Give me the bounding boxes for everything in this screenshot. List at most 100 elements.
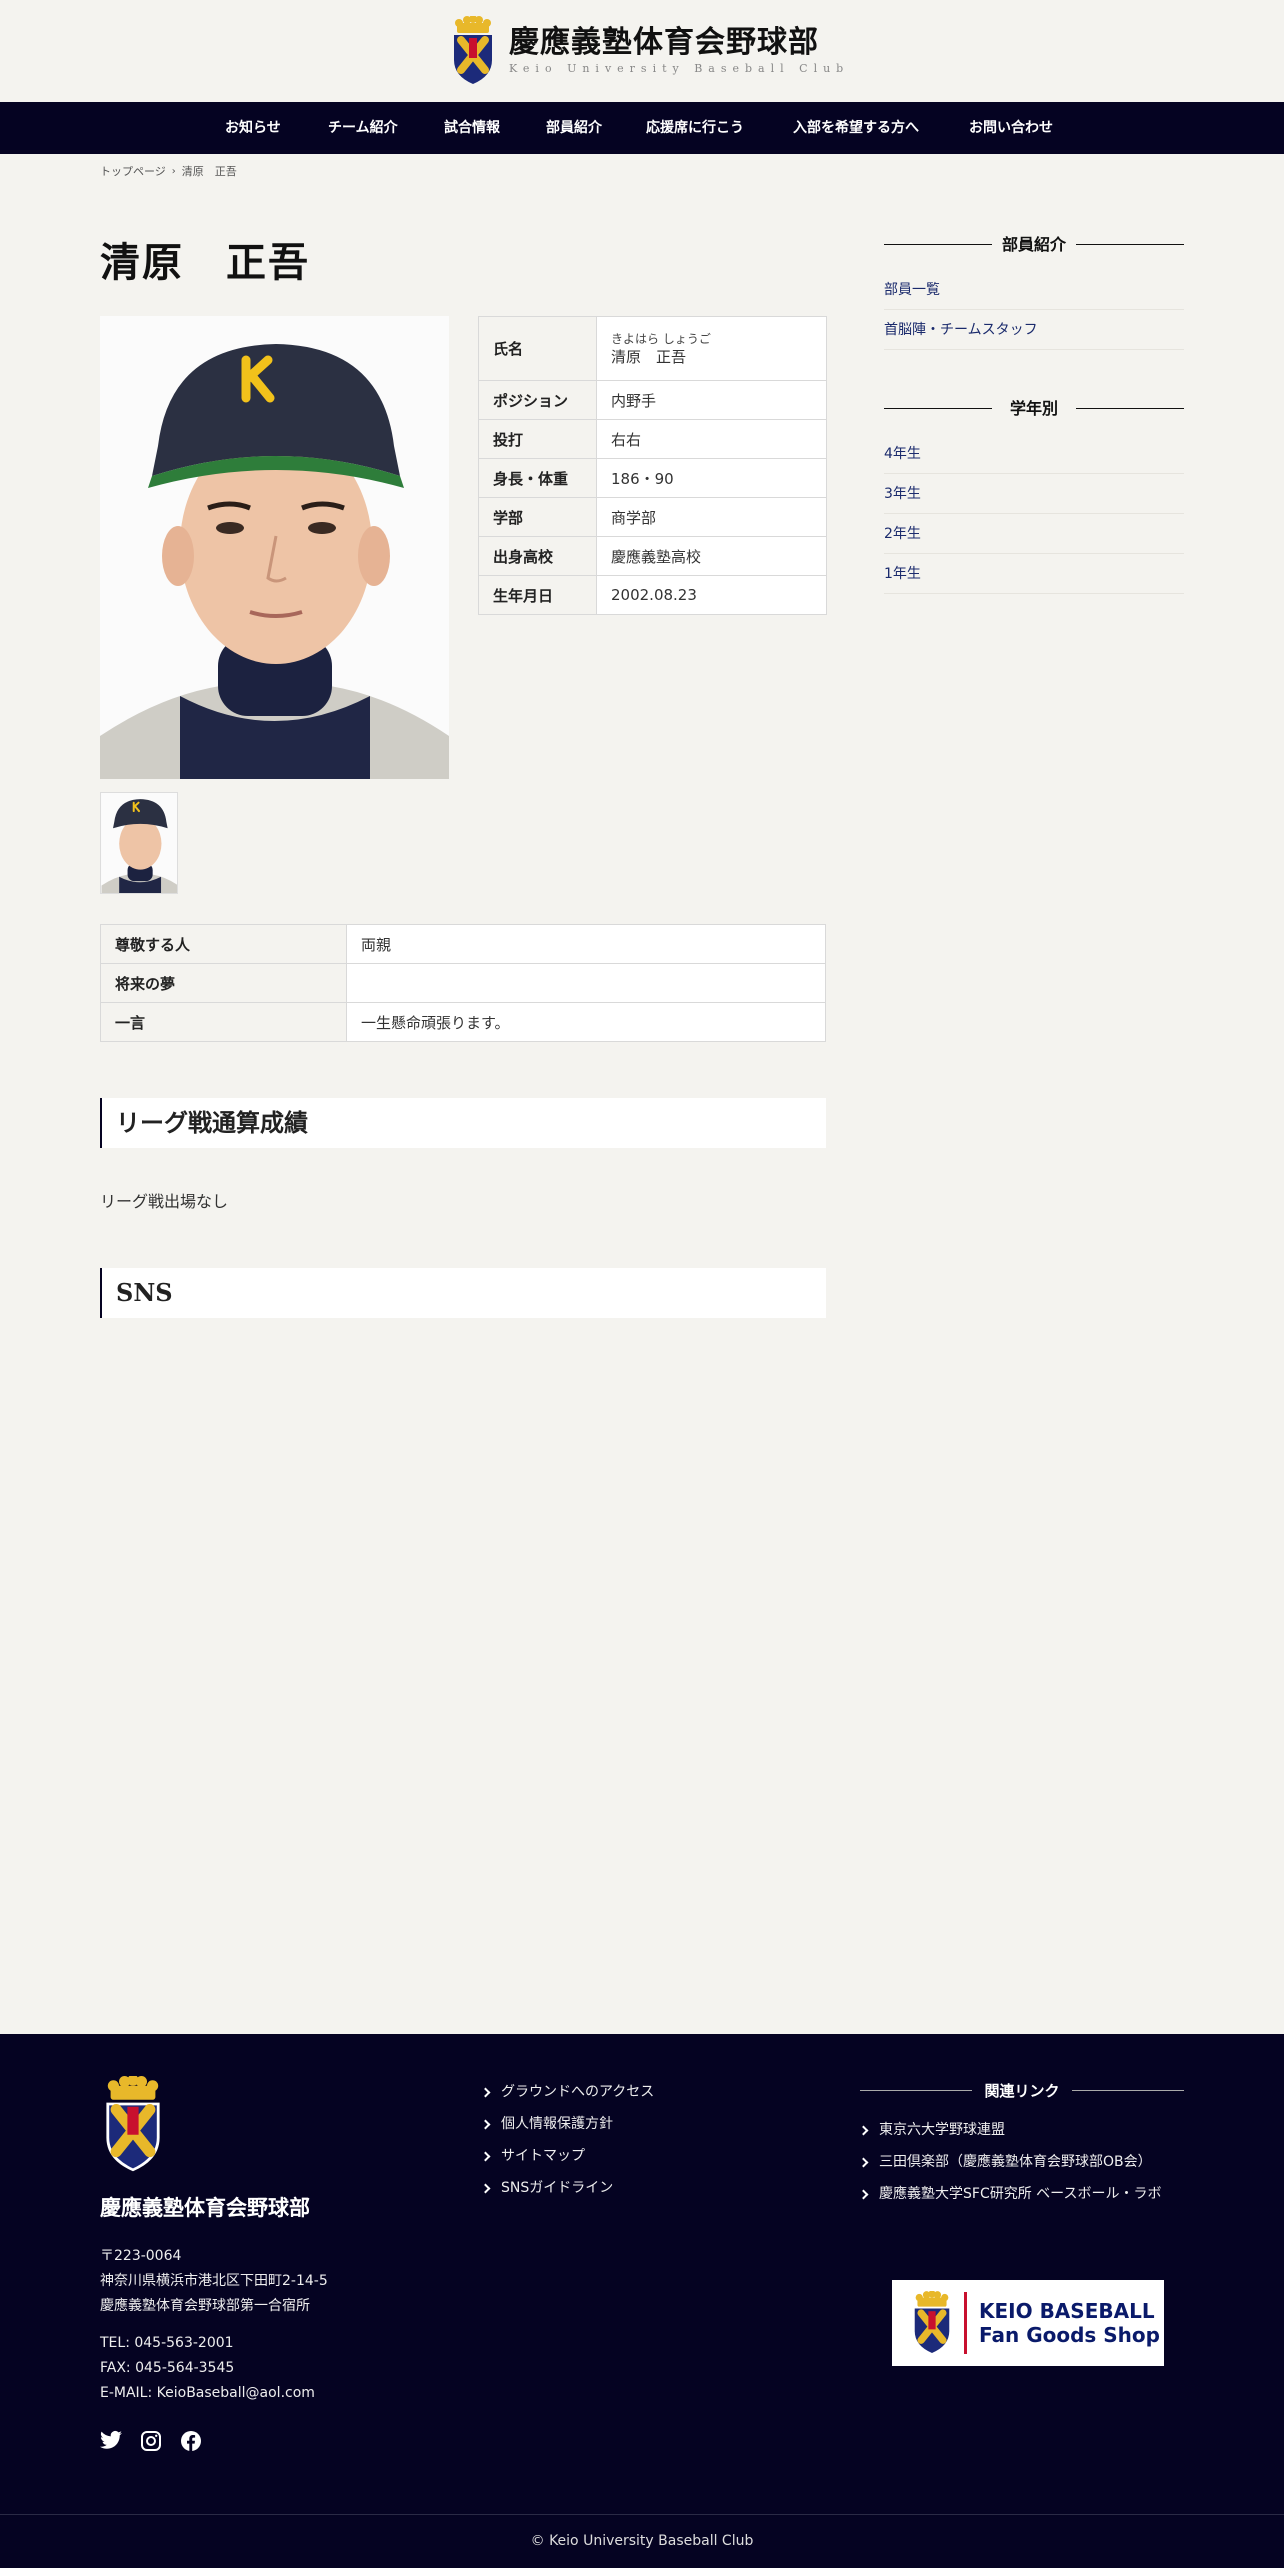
extra-value — [346, 963, 826, 1003]
site-logo[interactable]: 慶應義塾体育会野球部 Keio University Baseball Club — [451, 16, 849, 86]
extra-value: 両親 — [346, 924, 826, 964]
twitter-icon[interactable] — [100, 2430, 122, 2450]
nav-item-cheer[interactable]: 応援席に行こう — [646, 102, 744, 154]
table-row: 身長・体重 186・90 — [478, 458, 827, 498]
nav-item-news[interactable]: お知らせ — [225, 102, 281, 154]
footer-club-name: 慶應義塾体育会野球部 — [100, 2195, 310, 2220]
profile-value: 慶應義塾高校 — [596, 536, 827, 576]
table-row: 生年月日 2002.08.23 — [478, 575, 827, 615]
chevron-right-icon — [480, 2183, 491, 2193]
chevron-right-icon — [858, 2125, 869, 2135]
main-content: 清原 正吾 氏名 きよはら しょうご 清原 正吾 ポジション 内野手 投打 右右… — [100, 230, 827, 1318]
footer-club-info: 慶應義塾体育会野球部 〒223-0064 神奈川県横浜市港北区下田町2-14-5… — [100, 2074, 328, 2452]
site-header: 慶應義塾体育会野球部 Keio University Baseball Club — [0, 0, 1284, 102]
banner-line2: Fan Goods Shop — [979, 2323, 1160, 2347]
related-link-big6[interactable]: 東京六大学野球連盟 — [858, 2114, 1184, 2146]
related-links-list: 東京六大学野球連盟 三田倶楽部（慶應義塾体育会野球部OB会） 慶應義塾大学SFC… — [858, 2114, 1184, 2210]
footer-social-links — [100, 2430, 328, 2452]
sidebar-heading-grade: 学年別 — [884, 394, 1184, 424]
name-kana: きよはら しょうご — [611, 331, 711, 346]
global-nav: お知らせ チーム紹介 試合情報 部員紹介 応援席に行こう 入部を希望する方へ お… — [0, 102, 1284, 154]
club-crest-icon[interactable] — [100, 2074, 166, 2174]
related-link-baseball-lab[interactable]: 慶應義塾大学SFC研究所 ベースボール・ラボ — [858, 2178, 1184, 2210]
footer-link-sns-guideline[interactable]: SNSガイドライン — [480, 2172, 654, 2204]
breadcrumb: トップページ › 清原 正吾 — [100, 163, 237, 179]
banner-divider — [964, 2292, 967, 2354]
footer-contact: TEL: 045-563-2001 FAX: 045-564-3545 E-MA… — [100, 2331, 328, 2406]
table-row: 出身高校 慶應義塾高校 — [478, 536, 827, 576]
profile-value: 186・90 — [596, 458, 827, 498]
sidebar-heading-members: 部員紹介 — [884, 230, 1184, 260]
nav-item-team[interactable]: チーム紹介 — [328, 102, 398, 154]
chevron-right-icon — [480, 2087, 491, 2097]
profile-value: きよはら しょうご 清原 正吾 — [596, 316, 827, 381]
sns-heading: SNS — [100, 1268, 826, 1318]
footer-address-line2: 慶應義塾体育会野球部第一合宿所 — [100, 2298, 310, 2314]
breadcrumb-home[interactable]: トップページ — [100, 163, 166, 179]
footer-tel: TEL: 045-563-2001 — [100, 2335, 234, 2351]
chevron-right-icon — [858, 2157, 869, 2167]
sidebar-item-grade-4[interactable]: 4年生 — [884, 434, 1184, 474]
banner-text: KEIO BASEBALL Fan Goods Shop — [979, 2299, 1160, 2347]
sidebar-item-grade-3[interactable]: 3年生 — [884, 474, 1184, 514]
sidebar-item-member-list[interactable]: 部員一覧 — [884, 270, 1184, 310]
photo-thumbnail[interactable] — [100, 792, 178, 894]
profile-label: ポジション — [478, 380, 597, 420]
nav-item-contact[interactable]: お問い合わせ — [969, 102, 1053, 154]
site-footer: 慶應義塾体育会野球部 〒223-0064 神奈川県横浜市港北区下田町2-14-5… — [0, 2034, 1284, 2568]
table-row: 氏名 きよはら しょうご 清原 正吾 — [478, 316, 827, 381]
extra-label: 将来の夢 — [100, 963, 347, 1003]
profile-table: 氏名 きよはら しょうご 清原 正吾 ポジション 内野手 投打 右右 身長・体重… — [478, 316, 827, 615]
profile-value: 内野手 — [596, 380, 827, 420]
page-title: 清原 正吾 — [100, 239, 310, 286]
footer-link-privacy[interactable]: 個人情報保護方針 — [480, 2108, 654, 2140]
footer-link-sitemap[interactable]: サイトマップ — [480, 2140, 654, 2172]
chevron-right-icon: › — [171, 165, 176, 177]
profile-label: 身長・体重 — [478, 458, 597, 498]
player-photo[interactable] — [100, 316, 449, 779]
profile-value: 右右 — [596, 419, 827, 459]
sidebar-item-staff[interactable]: 首脳陣・チームスタッフ — [884, 310, 1184, 350]
nav-item-join[interactable]: 入部を希望する方へ — [793, 102, 919, 154]
name-value: 清原 正吾 — [611, 347, 687, 366]
fan-goods-shop-banner[interactable]: KEIO BASEBALL Fan Goods Shop — [892, 2280, 1164, 2366]
league-stats-heading: リーグ戦通算成績 — [100, 1098, 826, 1148]
related-link-mita-club[interactable]: 三田倶楽部（慶應義塾体育会野球部OB会） — [858, 2146, 1184, 2178]
nav-item-games[interactable]: 試合情報 — [444, 102, 500, 154]
player-portrait-image — [100, 316, 449, 779]
club-crest-icon — [914, 2291, 950, 2353]
sidebar-item-grade-1[interactable]: 1年生 — [884, 554, 1184, 594]
profile-value: 2002.08.23 — [596, 575, 827, 615]
footer-address: 〒223-0064 神奈川県横浜市港北区下田町2-14-5 慶應義塾体育会野球部… — [100, 2244, 328, 2319]
extra-value: 一生懸命頑張ります。 — [346, 1002, 826, 1042]
footer-address-line1: 神奈川県横浜市港北区下田町2-14-5 — [100, 2273, 328, 2289]
table-row: ポジション 内野手 — [478, 380, 827, 420]
site-title: 慶應義塾体育会野球部 — [509, 25, 819, 60]
chevron-right-icon — [480, 2119, 491, 2129]
profile-label: 生年月日 — [478, 575, 597, 615]
nav-item-members[interactable]: 部員紹介 — [546, 102, 602, 154]
footer-email[interactable]: E-MAIL: KeioBaseball@aol.com — [100, 2381, 328, 2406]
facebook-icon[interactable] — [180, 2430, 202, 2452]
related-links-heading: 関連リンク — [860, 2076, 1184, 2106]
profile-label: 氏名 — [478, 316, 597, 381]
sidebar-item-grade-2[interactable]: 2年生 — [884, 514, 1184, 554]
footer-related-links: 関連リンク 東京六大学野球連盟 三田倶楽部（慶應義塾体育会野球部OB会） 慶應義… — [858, 2076, 1184, 2366]
copyright: © Keio University Baseball Club — [0, 2514, 1284, 2568]
profile-label: 学部 — [478, 497, 597, 537]
footer-link-access[interactable]: グラウンドへのアクセス — [480, 2076, 654, 2108]
chevron-right-icon — [858, 2189, 869, 2199]
table-row: 尊敬する人 両親 — [100, 924, 826, 964]
extra-info-table: 尊敬する人 両親 将来の夢 一言 一生懸命頑張ります。 — [100, 924, 826, 1042]
site-subtitle: Keio University Baseball Club — [509, 62, 850, 75]
table-row: 将来の夢 — [100, 963, 826, 1003]
instagram-icon[interactable] — [140, 2430, 162, 2452]
extra-label: 一言 — [100, 1002, 347, 1042]
sidebar-members-list: 部員一覧 首脳陣・チームスタッフ — [884, 270, 1184, 350]
table-row: 学部 商学部 — [478, 497, 827, 537]
footer-links: グラウンドへのアクセス 個人情報保護方針 サイトマップ SNSガイドライン — [480, 2076, 654, 2204]
profile-label: 投打 — [478, 419, 597, 459]
profile-value: 商学部 — [596, 497, 827, 537]
league-stats-text: リーグ戦出場なし — [100, 1192, 229, 1211]
profile-label: 出身高校 — [478, 536, 597, 576]
